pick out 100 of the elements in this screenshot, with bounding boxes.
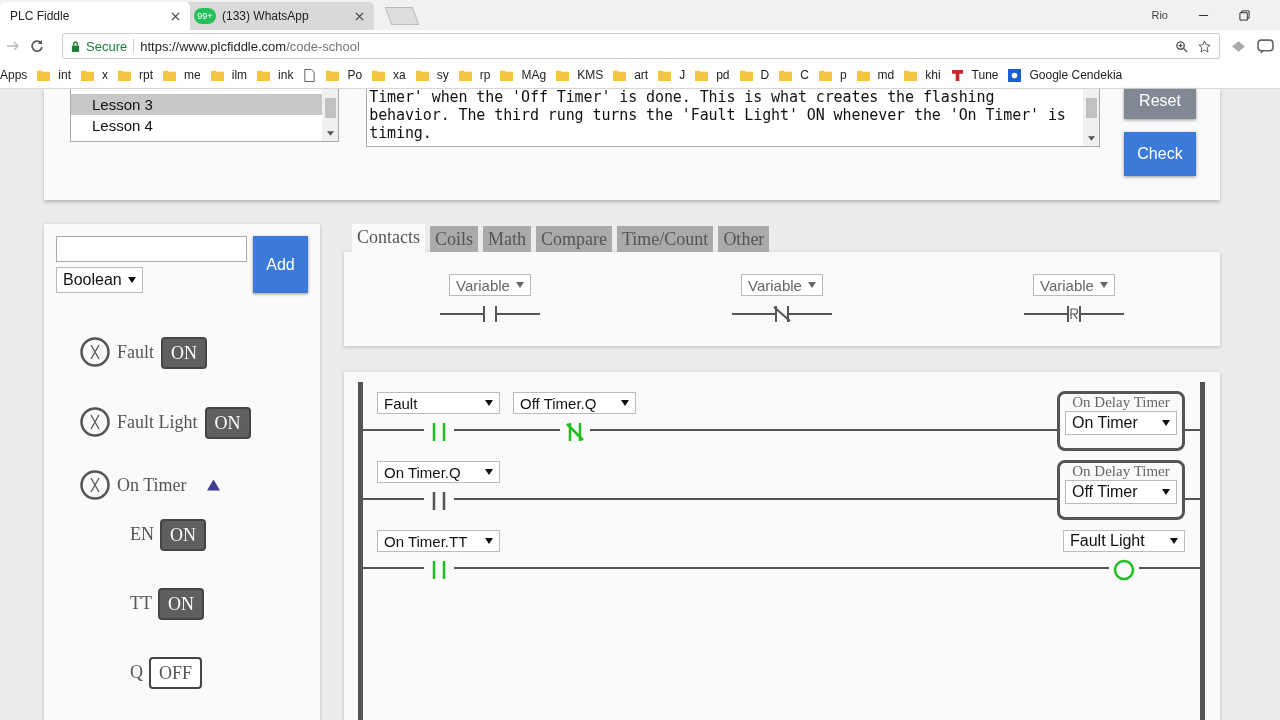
variable-select[interactable]: Fault bbox=[377, 392, 500, 414]
star-icon[interactable] bbox=[1198, 39, 1211, 53]
caret-icon bbox=[485, 538, 493, 544]
lesson-item[interactable]: Lesson 3 bbox=[71, 94, 323, 115]
bookmark-link[interactable]: xa bbox=[393, 68, 406, 82]
delete-icon[interactable] bbox=[80, 470, 110, 500]
caret-icon bbox=[127, 277, 136, 283]
lock-icon bbox=[71, 40, 80, 52]
lesson-list[interactable]: Lesson 3 Lesson 4 bbox=[70, 89, 340, 142]
variable-name: Fault Light bbox=[117, 411, 198, 434]
chat-icon[interactable] bbox=[1257, 37, 1274, 55]
caret-icon bbox=[1099, 282, 1108, 288]
caret-icon bbox=[515, 282, 524, 288]
variable-select[interactable]: Off Timer.Q bbox=[513, 392, 636, 414]
bookmark-link[interactable]: Apps bbox=[0, 68, 28, 82]
instruction-tab[interactable]: Contacts bbox=[352, 224, 425, 252]
member-name: EN bbox=[130, 523, 154, 546]
reload-icon[interactable] bbox=[30, 39, 44, 53]
page-icon bbox=[303, 68, 317, 82]
profile-name[interactable]: Rio bbox=[1151, 9, 1168, 21]
contact-icon[interactable] bbox=[732, 304, 832, 324]
variable-select[interactable]: Variable bbox=[449, 274, 531, 296]
caret-icon bbox=[1170, 538, 1178, 544]
folder-icon bbox=[695, 68, 709, 82]
bookmark-link[interactable]: Google Cendekia bbox=[1029, 68, 1123, 82]
type-select[interactable]: Boolean bbox=[56, 267, 143, 293]
folder-icon bbox=[500, 68, 514, 82]
variable-select[interactable]: Fault Light bbox=[1063, 530, 1185, 552]
variable-select[interactable]: Variable bbox=[741, 274, 823, 296]
close-icon[interactable] bbox=[355, 11, 364, 21]
scroll-down-icon[interactable] bbox=[326, 131, 334, 136]
bookmark-link[interactable]: khi bbox=[925, 68, 941, 82]
scrollbar[interactable] bbox=[1083, 89, 1099, 146]
bookmark-link[interactable]: Tune bbox=[971, 68, 999, 82]
zoom-icon[interactable] bbox=[1175, 39, 1188, 53]
variable-select[interactable]: Off Timer bbox=[1065, 480, 1177, 504]
scroll-down-icon[interactable] bbox=[1087, 136, 1095, 141]
timer-block[interactable]: On Delay Timer Off Timer bbox=[1057, 460, 1185, 520]
contact-icon[interactable] bbox=[440, 304, 540, 324]
bookmark-link[interactable]: md bbox=[877, 68, 895, 82]
app-icon bbox=[1008, 68, 1022, 82]
bookmark-link[interactable]: rp bbox=[479, 68, 491, 82]
bookmark-link[interactable]: ink bbox=[278, 68, 294, 82]
caret-icon bbox=[1162, 420, 1170, 426]
bookmark-link[interactable]: x bbox=[102, 68, 109, 82]
bookmark-link[interactable]: D bbox=[760, 68, 770, 82]
bookmark-link[interactable]: J bbox=[679, 68, 686, 82]
timer-block[interactable]: On Delay Timer On Timer bbox=[1057, 391, 1185, 451]
bookmark-link[interactable]: KMS bbox=[577, 68, 604, 82]
folder-icon bbox=[818, 68, 832, 82]
variable-name: On Timer bbox=[117, 474, 187, 497]
variable-name-field[interactable] bbox=[56, 236, 247, 262]
address-bar[interactable]: Secure https://www.plcfiddle.com/code-school bbox=[62, 33, 1220, 59]
bookmark-link[interactable]: ilm bbox=[231, 68, 248, 82]
folder-icon bbox=[658, 68, 672, 82]
folder-icon bbox=[779, 68, 793, 82]
lesson-item[interactable]: Lesson 4 bbox=[71, 115, 323, 136]
folder-icon bbox=[81, 68, 95, 82]
bookmark-link[interactable]: C bbox=[800, 68, 809, 82]
variable-select[interactable]: On Timer bbox=[1065, 411, 1177, 435]
folder-icon bbox=[458, 68, 472, 82]
bookmark-link[interactable]: int bbox=[58, 68, 72, 82]
add-button[interactable]: Add bbox=[253, 236, 308, 293]
caret-icon bbox=[1162, 489, 1170, 495]
caret-icon bbox=[485, 469, 493, 475]
collapse-icon[interactable] bbox=[206, 479, 220, 491]
value-toggle[interactable]: ON bbox=[161, 337, 207, 369]
bookmark-link[interactable]: Po bbox=[347, 68, 363, 82]
bookmark-link[interactable]: rpt bbox=[139, 68, 154, 82]
bookmark-link[interactable]: pd bbox=[716, 68, 730, 82]
folder-icon bbox=[613, 68, 627, 82]
folder-icon bbox=[904, 68, 918, 82]
value-toggle[interactable]: ON bbox=[158, 588, 204, 620]
delete-icon[interactable] bbox=[80, 337, 110, 367]
reset-button[interactable]: Reset bbox=[1124, 89, 1196, 119]
browser-tab[interactable]: PLC Fiddle bbox=[0, 2, 190, 30]
timer-title: On Delay Timer bbox=[1072, 394, 1170, 411]
member-name: TT bbox=[130, 592, 152, 615]
caret-icon bbox=[621, 400, 629, 406]
variable-select[interactable]: Variable bbox=[1033, 274, 1115, 296]
contact-icon[interactable] bbox=[1024, 304, 1124, 324]
scrollbar[interactable] bbox=[322, 89, 339, 141]
variable-select[interactable]: On Timer.Q bbox=[377, 461, 500, 483]
delete-icon[interactable] bbox=[80, 407, 110, 437]
bookmark-link[interactable]: me bbox=[184, 68, 201, 82]
value-toggle[interactable]: OFF bbox=[149, 657, 203, 689]
bookmark-link[interactable]: p bbox=[839, 68, 847, 82]
value-toggle[interactable]: ON bbox=[160, 519, 206, 551]
close-icon[interactable] bbox=[171, 11, 180, 21]
bookmark-link[interactable]: art bbox=[634, 68, 649, 82]
restore-icon[interactable] bbox=[1239, 9, 1250, 21]
bookmark-link[interactable]: sy bbox=[436, 68, 449, 82]
folder-icon bbox=[118, 68, 132, 82]
value-toggle[interactable]: ON bbox=[204, 407, 251, 439]
check-button[interactable]: Check bbox=[1124, 132, 1196, 176]
secure-label: Secure bbox=[86, 38, 128, 54]
bookmark-link[interactable]: MAg bbox=[521, 68, 547, 82]
folder-icon bbox=[163, 68, 177, 82]
variable-select[interactable]: On Timer.TT bbox=[377, 530, 500, 552]
member-name: Q bbox=[130, 661, 143, 684]
